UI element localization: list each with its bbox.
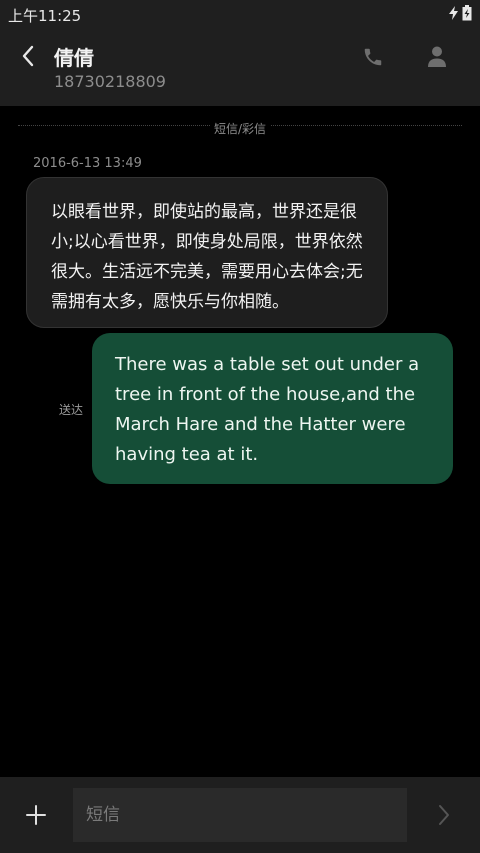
back-button[interactable] (14, 40, 42, 72)
person-icon (428, 46, 446, 67)
incoming-message-text: 以眼看世界，即使站的最高，世界还是很小;以心看世界，即使身处局限，世界依然很大。… (51, 202, 363, 312)
message-type-label: 短信/彩信 (209, 122, 271, 136)
incoming-message-bubble[interactable]: 以眼看世界，即使站的最高，世界还是很小;以心看世界，即使身处局限，世界依然很大。… (26, 177, 388, 328)
send-button[interactable] (430, 800, 458, 830)
call-button[interactable] (358, 42, 388, 72)
charging-bolt-icon (449, 6, 458, 20)
status-icons (449, 5, 472, 21)
phone-icon (364, 48, 382, 66)
send-chevron-icon (439, 805, 449, 825)
plus-icon (26, 805, 46, 825)
outgoing-message-text: There was a table set out under a tree i… (115, 354, 420, 465)
add-attachment-button[interactable] (22, 801, 50, 829)
delivery-status: 送达 (59, 403, 84, 417)
contact-profile-button[interactable] (422, 42, 452, 72)
contact-number: 18730218809 (54, 72, 166, 91)
status-bar: 上午11:25 (0, 0, 480, 28)
message-input[interactable] (73, 788, 407, 842)
battery-icon (462, 5, 472, 21)
outgoing-message-bubble[interactable]: There was a table set out under a tree i… (92, 333, 453, 484)
composer-bar (0, 777, 480, 853)
contact-name: 倩倩 (54, 46, 94, 70)
status-time: 上午11:25 (8, 7, 82, 25)
back-arrow-icon (22, 45, 34, 67)
message-timestamp: 2016-6-13 13:49 (33, 156, 142, 171)
conversation-header: 倩倩 18730218809 (0, 28, 480, 106)
